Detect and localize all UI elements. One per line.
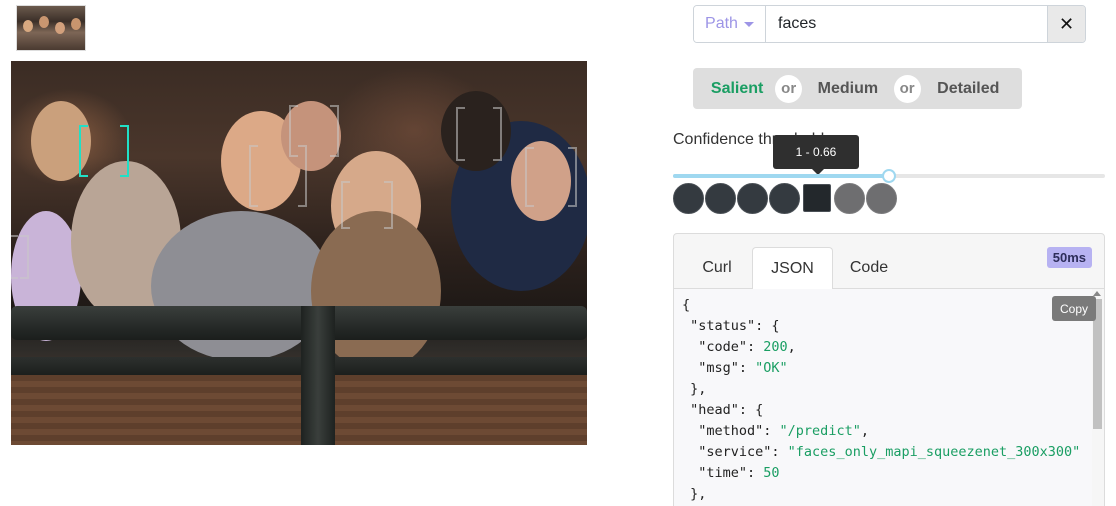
face-box[interactable] <box>11 235 29 279</box>
box-corner <box>527 147 534 149</box>
result-image <box>11 61 587 445</box>
box-corner <box>251 205 258 207</box>
box-corner <box>251 145 258 147</box>
box-corner <box>527 205 534 207</box>
json-line: "head": { <box>682 402 764 418</box>
face-box-highlighted[interactable] <box>79 125 129 177</box>
search-input[interactable] <box>766 6 1047 42</box>
path-label: Path <box>705 15 738 32</box>
step-dot[interactable] <box>673 183 704 214</box>
railing-lower <box>11 357 587 375</box>
box-corner <box>330 105 337 107</box>
slider-fill <box>673 174 889 178</box>
step-dot[interactable] <box>705 183 736 214</box>
railing-post <box>301 306 335 445</box>
response-panel: Curl JSON Code 50ms { "status": { "code"… <box>673 233 1105 506</box>
confidence-slider[interactable] <box>673 169 1105 183</box>
box-corner <box>11 277 18 279</box>
json-line: "msg": "OK" <box>682 360 788 376</box>
box-corner <box>568 205 575 207</box>
box-corner <box>568 147 575 149</box>
box-corner <box>458 107 465 109</box>
slider-handle[interactable] <box>882 169 896 183</box>
caret-down-icon <box>743 21 754 27</box>
wall <box>11 375 587 445</box>
box-corner <box>81 175 88 177</box>
timing-badge: 50ms <box>1046 247 1092 268</box>
detail-level-group: Salient or Medium or Detailed <box>693 68 1022 109</box>
step-dot[interactable] <box>737 183 768 214</box>
json-line: "method": "/predict", <box>682 423 869 439</box>
box-corner <box>458 159 465 161</box>
or-separator: or <box>775 74 803 103</box>
json-line: "service": "faces_only_mapi_squeezenet_3… <box>682 444 1081 460</box>
medium-button[interactable]: Medium <box>796 68 900 109</box>
tab-code[interactable]: Code <box>836 247 902 289</box>
box-corner <box>493 107 500 109</box>
json-line: }, <box>682 381 707 397</box>
box-corner <box>120 125 127 127</box>
detailed-button[interactable]: Detailed <box>915 68 1022 109</box>
scrollbar[interactable] <box>1092 291 1102 506</box>
box-corner <box>298 205 305 207</box>
box-corner <box>384 227 391 229</box>
step-dot[interactable] <box>769 183 800 214</box>
railing <box>11 306 587 340</box>
salient-button[interactable]: Salient <box>693 68 781 109</box>
box-corner <box>330 155 337 157</box>
face-box[interactable] <box>289 105 339 157</box>
face-box[interactable] <box>341 181 393 229</box>
slider-tooltip: 1 - 0.66 <box>773 135 859 175</box>
box-corner <box>384 181 391 183</box>
search-bar: Path ✕ <box>693 5 1086 43</box>
or-separator: or <box>893 74 921 103</box>
box-corner <box>493 159 500 161</box>
box-corner <box>20 277 27 279</box>
box-corner <box>291 105 298 107</box>
box-corner <box>11 235 18 237</box>
box-corner <box>291 155 298 157</box>
box-corner <box>20 235 27 237</box>
json-line: "time": 50 <box>682 465 780 481</box>
box-corner <box>120 175 127 177</box>
step-dot[interactable] <box>866 183 897 214</box>
box-corner <box>81 125 88 127</box>
tab-json[interactable]: JSON <box>752 247 833 290</box>
path-dropdown-button[interactable]: Path <box>694 6 766 42</box>
json-output[interactable]: { "status": { "code": 200, "msg": "OK" }… <box>674 289 1092 506</box>
box-corner <box>343 181 350 183</box>
json-line: }, <box>682 486 707 502</box>
confidence-steps <box>673 183 897 214</box>
tab-curl[interactable]: Curl <box>684 247 750 289</box>
close-icon[interactable]: ✕ <box>1047 6 1085 42</box>
copy-button[interactable]: Copy <box>1052 296 1096 321</box>
page: Path ✕ Salient or Medium or Detailed Con… <box>0 0 1116 506</box>
step-dot-selected[interactable] <box>803 184 831 212</box>
json-line: "code": 200, <box>682 339 796 355</box>
json-line: { <box>682 297 691 313</box>
step-dot[interactable] <box>834 183 865 214</box>
tab-bar: Curl JSON Code 50ms <box>674 234 1104 290</box>
face-box[interactable] <box>525 147 577 207</box>
image-thumbnail[interactable] <box>16 5 86 51</box>
box-corner <box>343 227 350 229</box>
json-line: "status": { <box>682 318 780 334</box>
face-box[interactable] <box>456 107 502 161</box>
